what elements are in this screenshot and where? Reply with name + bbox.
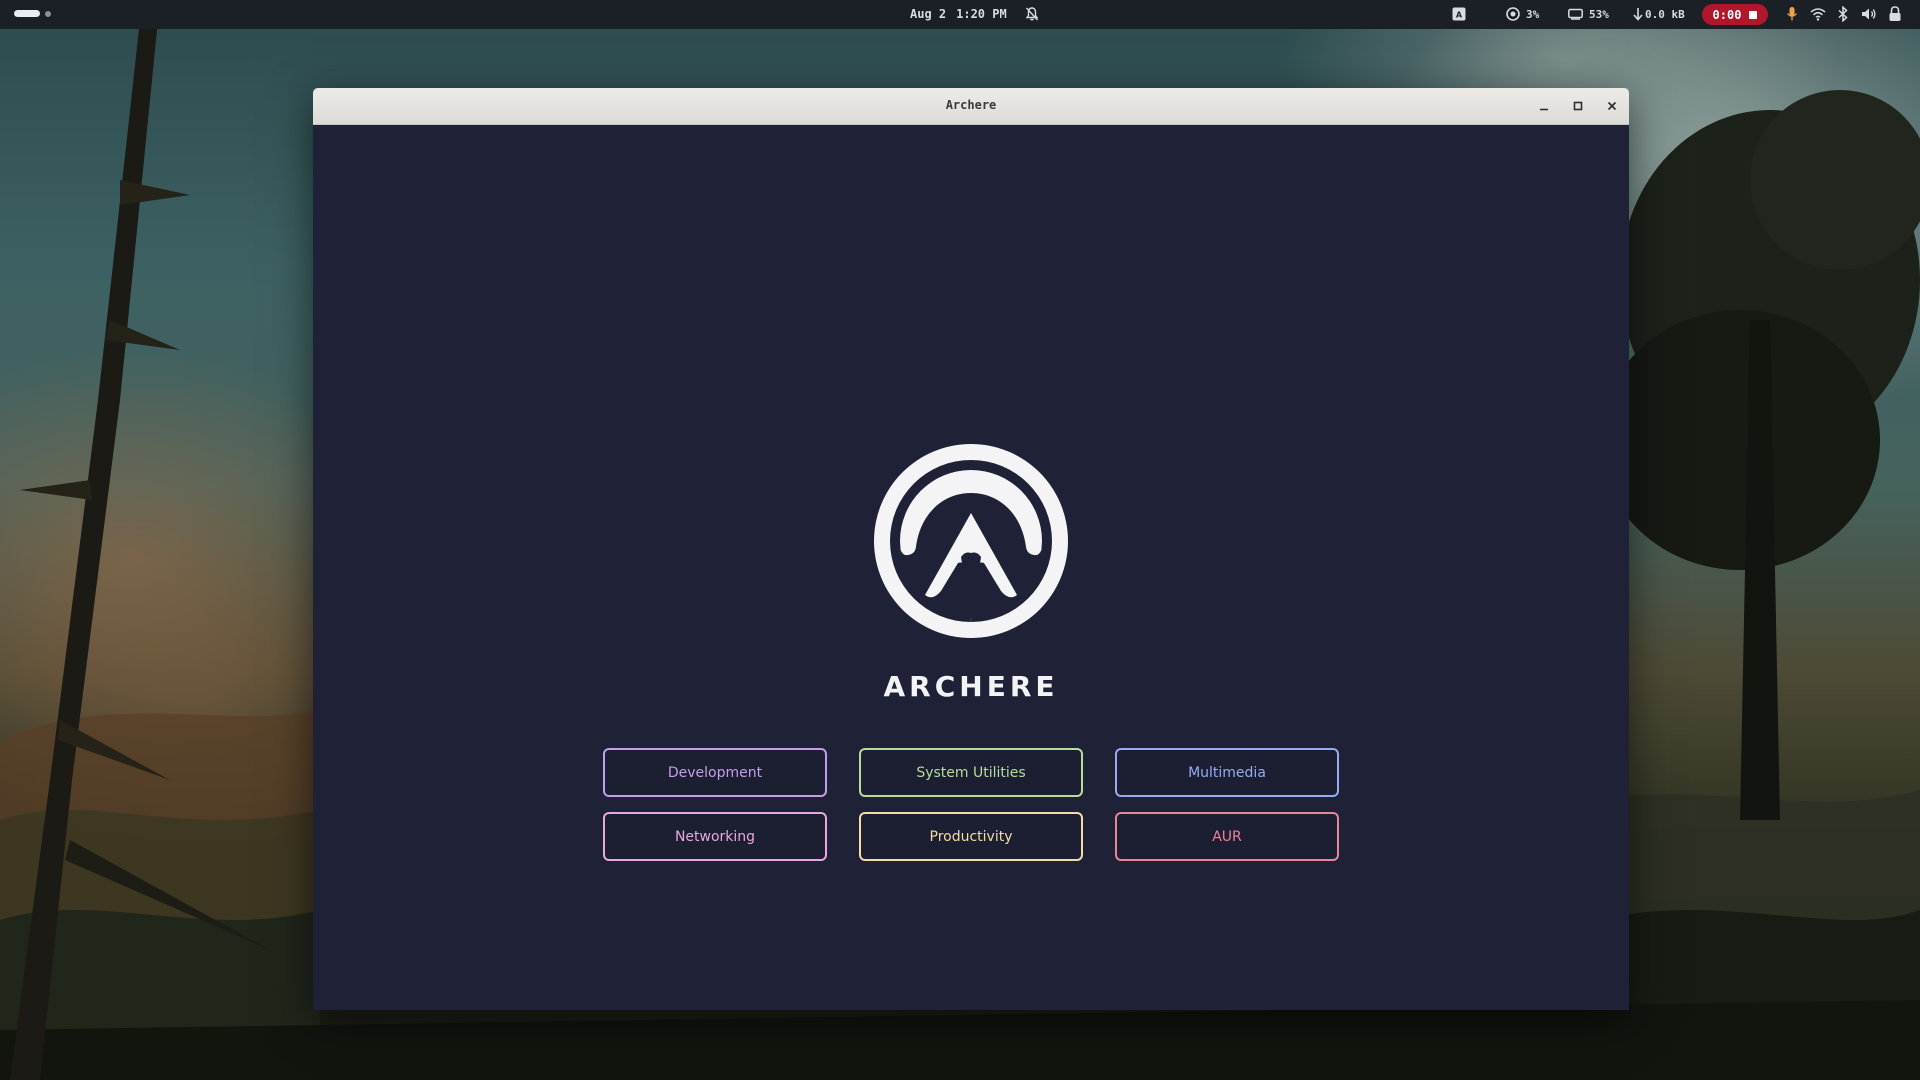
- network-speed-value: 0.0 kB: [1645, 7, 1685, 21]
- wallpaper-tree-left: [10, 20, 270, 1080]
- window-titlebar[interactable]: Archere: [313, 88, 1629, 125]
- close-icon: [1607, 101, 1617, 111]
- archere-window: Archere ARCHERE Development System Utili…: [313, 88, 1629, 1010]
- volume-icon[interactable]: [1861, 6, 1877, 22]
- microphone-icon[interactable]: [1786, 6, 1798, 22]
- stop-recording-icon[interactable]: [1749, 10, 1758, 19]
- wifi-icon[interactable]: [1810, 6, 1826, 22]
- memory-usage-value: 53%: [1589, 7, 1609, 21]
- keyboard-layout[interactable]: A: [1452, 6, 1466, 22]
- lock-icon[interactable]: [1888, 6, 1902, 22]
- category-productivity-label: Productivity: [929, 828, 1013, 845]
- notifications-off-icon[interactable]: [1024, 6, 1040, 22]
- maximize-button[interactable]: [1568, 96, 1588, 116]
- clock-time: 1:20 PM: [956, 7, 1007, 21]
- archere-logo: [874, 444, 1068, 638]
- minimize-icon: [1540, 108, 1548, 111]
- workspace-indicator-active[interactable]: [14, 10, 40, 17]
- memory-usage[interactable]: 53%: [1568, 6, 1609, 22]
- maximize-icon: [1573, 101, 1583, 111]
- cpu-usage[interactable]: 3%: [1506, 6, 1539, 22]
- close-button[interactable]: [1602, 96, 1622, 116]
- category-development-label: Development: [667, 764, 763, 781]
- minimize-button[interactable]: [1534, 96, 1554, 116]
- workspace-indicator[interactable]: [45, 11, 51, 17]
- app-name-heading: ARCHERE: [883, 670, 1059, 703]
- download-arrow-icon: [1633, 8, 1643, 21]
- bluetooth-icon[interactable]: [1838, 6, 1848, 22]
- category-development-button[interactable]: Development: [603, 748, 827, 797]
- wallpaper-tree-right: [1620, 90, 1920, 820]
- screen-recording-indicator[interactable]: 0:00: [1702, 4, 1768, 25]
- memory-icon: [1568, 8, 1583, 20]
- top-panel: Aug 2 1:20 PM A 3% 53% 0.0 kB 0:00: [0, 0, 1920, 29]
- category-multimedia-label: Multimedia: [1188, 764, 1266, 781]
- recording-timer: 0:00: [1712, 7, 1742, 22]
- clock[interactable]: Aug 2 1:20 PM: [910, 7, 1017, 21]
- svg-text:A: A: [1456, 11, 1463, 20]
- clock-date: Aug 2: [910, 7, 947, 21]
- category-system-utilities-label: System Utilities: [916, 764, 1026, 781]
- category-productivity-button[interactable]: Productivity: [859, 812, 1083, 861]
- category-aur-label: AUR: [1212, 828, 1242, 845]
- cpu-usage-value: 3%: [1526, 7, 1540, 21]
- cpu-icon: [1506, 7, 1520, 21]
- category-networking-label: Networking: [674, 828, 756, 845]
- window-content: ARCHERE Development System Utilities Mul…: [313, 125, 1629, 1010]
- category-aur-button[interactable]: AUR: [1115, 812, 1339, 861]
- category-multimedia-button[interactable]: Multimedia: [1115, 748, 1339, 797]
- category-system-utilities-button[interactable]: System Utilities: [859, 748, 1083, 797]
- network-speed[interactable]: 0.0 kB: [1633, 6, 1685, 22]
- keyboard-icon: A: [1452, 7, 1466, 21]
- category-networking-button[interactable]: Networking: [603, 812, 827, 861]
- window-title: Archere: [945, 98, 997, 112]
